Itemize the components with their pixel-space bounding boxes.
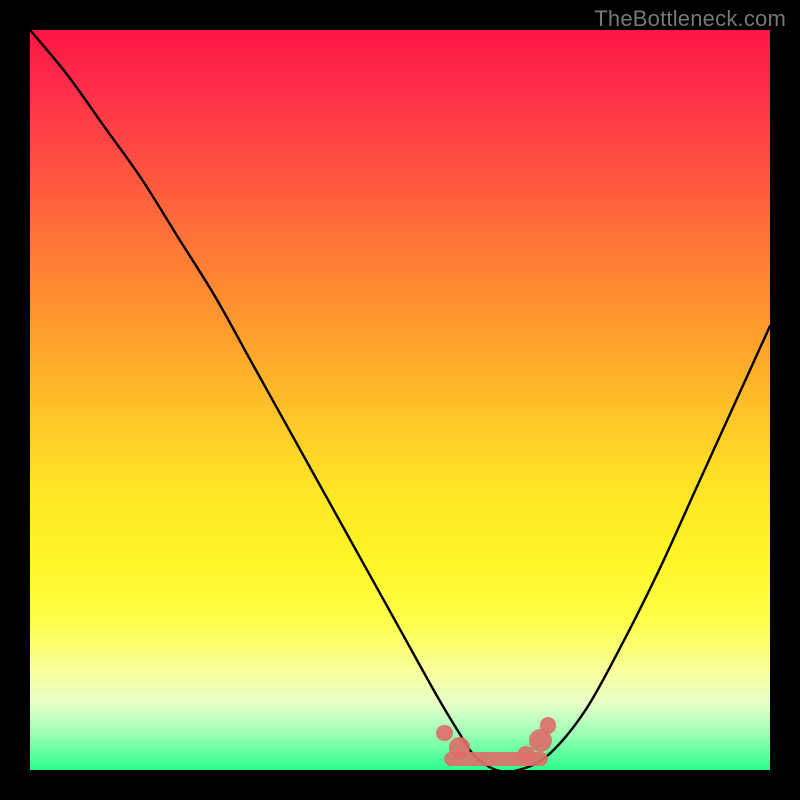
attribution-text: TheBottleneck.com <box>594 6 786 32</box>
plot-area <box>30 30 770 770</box>
bottleneck-curve <box>30 30 770 770</box>
chart-frame: TheBottleneck.com <box>0 0 800 800</box>
